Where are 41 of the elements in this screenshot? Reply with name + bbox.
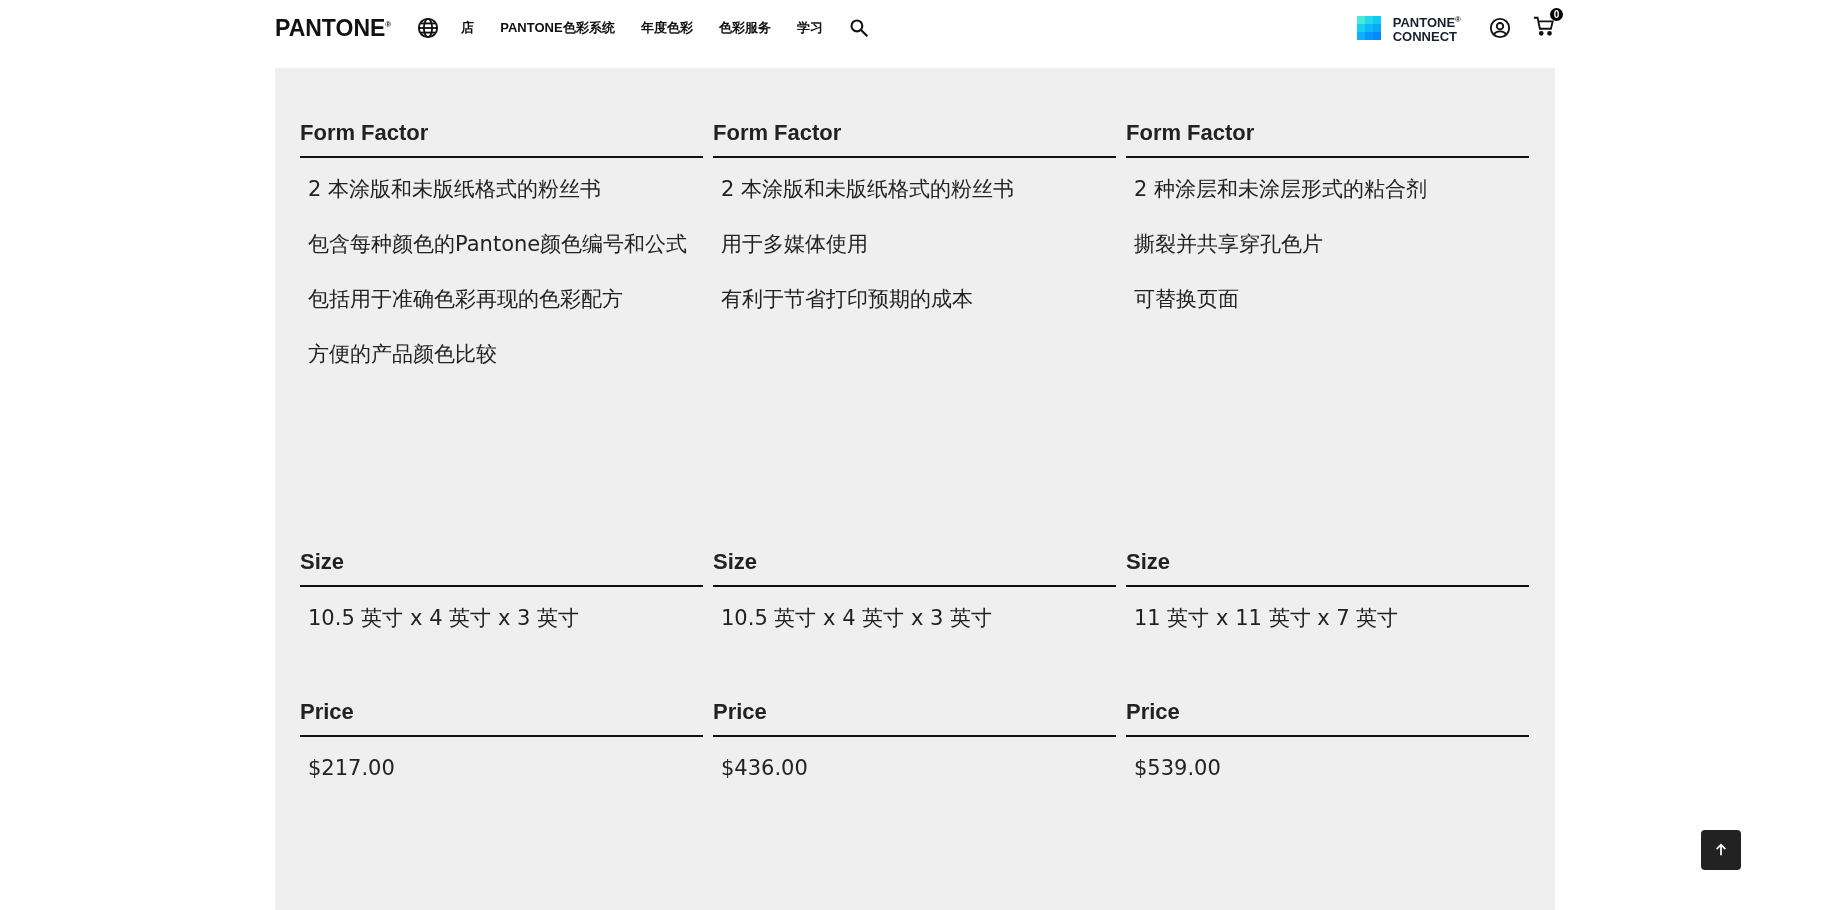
spec-heading: Price [713, 699, 1116, 737]
nav-link[interactable]: PANTONE色彩系统 [500, 19, 615, 37]
pantone-logo[interactable]: PANTONE$^{®}$ [275, 14, 392, 42]
spec-heading: Size [300, 549, 703, 587]
spec-value: $436.00 [720, 755, 809, 782]
nav-link[interactable]: 学习 [796, 19, 823, 37]
nav-link[interactable]: 色彩服务 [718, 19, 771, 37]
connect-logo-icon [1356, 16, 1381, 40]
spec-value: 2 本涂版和未版纸格式的粉丝书 [720, 176, 1016, 203]
spec-heading: Form Factor [300, 120, 703, 158]
spec-heading: Form Factor [1126, 120, 1529, 158]
spec-value: 10.5 英寸 x 4 英寸 x 3 英寸 [720, 605, 994, 632]
spec-value: $217.00 [307, 755, 396, 782]
spec-heading: Price [300, 699, 703, 737]
spec-value: 包含每种颜色的Pantone颜色编号和公式 [307, 231, 689, 258]
spec-heading: Price [1126, 699, 1529, 737]
nav-link[interactable]: 店 [461, 19, 475, 37]
spec-value: 撕裂并共享穿孔色片 [1133, 231, 1324, 258]
spec-value: 有利于节省打印预期的成本 [720, 286, 974, 313]
back-to-top-button[interactable] [1701, 830, 1741, 870]
spec-heading: Size [713, 549, 1116, 587]
spec-value: 包括用于准确色彩再现的色彩配方 [307, 286, 624, 313]
spec-value: 用于多媒体使用 [720, 231, 869, 258]
spec-value: 可替换页面 [1133, 286, 1240, 313]
spec-value: 2 种涂层和未涂层形式的粘合剂 [1133, 176, 1429, 203]
spec-heading: Size [1126, 549, 1529, 587]
cart-icon[interactable] [1533, 15, 1555, 37]
spec-heading: Form Factor [713, 120, 1116, 158]
spec-value: 2 本涂版和未版纸格式的粉丝书 [307, 176, 603, 203]
arrow-up-icon [1714, 843, 1728, 857]
spec-value: 方便的产品颜色比较 [307, 341, 498, 368]
spec-value: 10.5 英寸 x 4 英寸 x 3 英寸 [307, 605, 581, 632]
connect-logo-text[interactable]: PANTONE$^{®}$ [1392, 13, 1461, 30]
spec-value: $539.00 [1133, 755, 1222, 782]
search-icon[interactable] [848, 18, 869, 38]
globe-icon[interactable] [417, 17, 440, 39]
spec-value: 11 英寸 x 11 英寸 x 7 英寸 [1133, 605, 1400, 632]
cart-count-badge: 0 [1550, 8, 1563, 21]
connect-logo-text[interactable]: CONNECT [1392, 29, 1461, 43]
user-account-icon[interactable] [1489, 17, 1511, 39]
nav-link[interactable]: 年度色彩 [640, 19, 693, 37]
